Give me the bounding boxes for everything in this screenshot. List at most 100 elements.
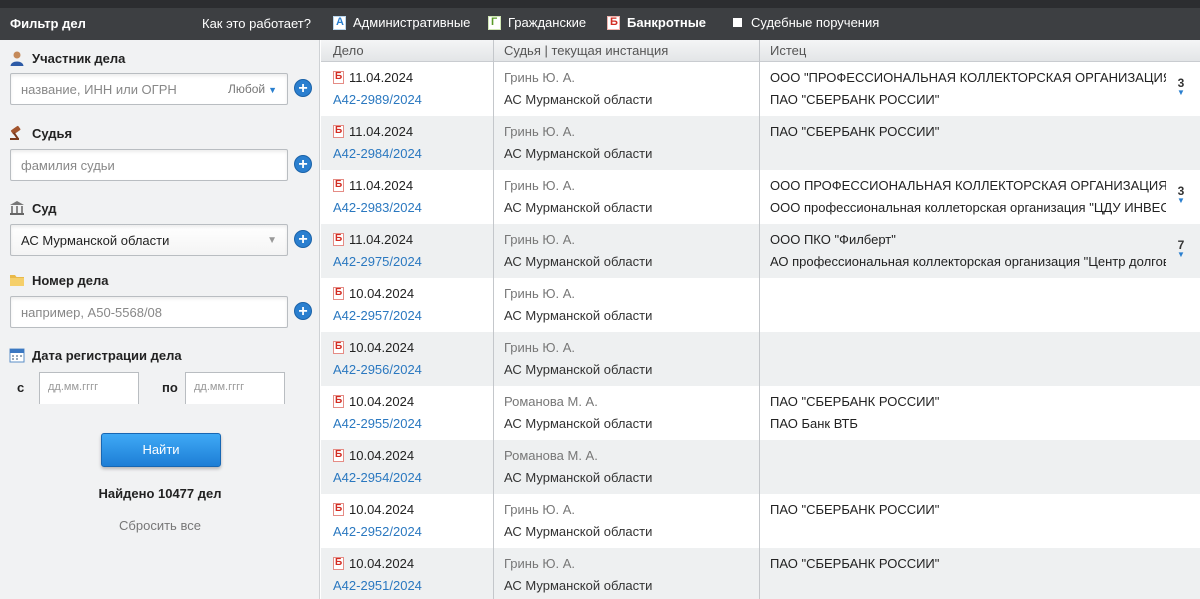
table-row[interactable]: 11.04.2024 А42-2984/2024 Гринь Ю. А. АС Мур…: [321, 116, 1200, 170]
date-from-input[interactable]: дд.мм.гггг: [39, 372, 139, 404]
bankruptcy-case-icon: [333, 179, 344, 192]
bankruptcy-case-icon: [333, 341, 344, 354]
case-number-link[interactable]: А42-2955/2024: [333, 416, 422, 431]
table-row[interactable]: 11.04.2024 А42-2975/2024 Гринь Ю. А. АС Мур…: [321, 224, 1200, 278]
table-row[interactable]: 10.04.2024 А42-2951/2024 Гринь Ю. А. АС Мур…: [321, 548, 1200, 599]
top-strip: [0, 0, 1200, 8]
header-judge[interactable]: Судья | текущая инстанция: [504, 43, 668, 58]
person-icon: [10, 51, 24, 66]
bankruptcy-icon: [607, 15, 620, 30]
chevron-down-icon: ▼: [268, 85, 277, 95]
category-bankruptcy[interactable]: Банкротные: [607, 15, 706, 30]
plaintiff-1: ООО "ПРОФЕССИОНАЛЬНАЯ КОЛЛЕКТОРСКАЯ ОРГА…: [770, 70, 1166, 85]
more-plaintiffs-button[interactable]: 3 ▼: [1176, 77, 1186, 98]
table-row[interactable]: 11.04.2024 А42-2989/2024 Гринь Ю. А. АС Мур…: [321, 62, 1200, 116]
category-civil[interactable]: Гражданские: [488, 15, 586, 30]
table-row[interactable]: 10.04.2024 А42-2955/2024 Романова М. А. АС …: [321, 386, 1200, 440]
court-instance: АС Мурманской области: [504, 146, 653, 161]
case-number-link[interactable]: А42-2952/2024: [333, 524, 422, 539]
header-plaintiff[interactable]: Истец: [770, 43, 806, 58]
table-row[interactable]: 10.04.2024 А42-2954/2024 Романова М. А. АС …: [321, 440, 1200, 494]
bankruptcy-case-icon: [333, 395, 344, 408]
folder-icon: [10, 275, 24, 286]
participant-input[interactable]: название, ИНН или ОГРН Любой ▼: [10, 73, 288, 105]
case-date: 11.04.2024: [349, 178, 414, 193]
judge-input[interactable]: фамилия судьи: [10, 149, 288, 181]
table-header: Дело Судья | текущая инстанция Истец: [321, 40, 1200, 62]
participant-type-select[interactable]: Любой ▼: [228, 82, 277, 96]
judge-label: Судья: [9, 125, 72, 141]
table-row[interactable]: 10.04.2024 А42-2952/2024 Гринь Ю. А. АС Мур…: [321, 494, 1200, 548]
court-instance: АС Мурманской области: [504, 92, 653, 107]
category-court-orders[interactable]: Судебные поручения: [733, 15, 879, 30]
add-court-button[interactable]: +: [294, 230, 312, 248]
court-label: Суд: [9, 200, 57, 216]
table-row[interactable]: 11.04.2024 А42-2983/2024 Гринь Ю. А. АС Мур…: [321, 170, 1200, 224]
top-bar: Фильтр дел Как это работает? Администрат…: [0, 0, 1200, 40]
court-instance: АС Мурманской области: [504, 578, 653, 593]
court-instance: АС Мурманской области: [504, 524, 653, 539]
filter-title: Фильтр дел: [10, 16, 86, 31]
table-row[interactable]: 10.04.2024 А42-2956/2024 Гринь Ю. А. АС Мур…: [321, 332, 1200, 386]
plaintiff-1: ПАО "СБЕРБАНК РОССИИ": [770, 502, 940, 517]
cases-table: Дело Судья | текущая инстанция Истец 11.…: [321, 40, 1200, 599]
how-it-works-link[interactable]: Как это работает?: [202, 16, 311, 31]
header-case[interactable]: Дело: [333, 43, 364, 58]
more-plaintiffs-button[interactable]: 3 ▼: [1176, 185, 1186, 206]
bankruptcy-case-icon: [333, 557, 344, 570]
court-select[interactable]: АС Мурманской области ▼: [10, 224, 288, 256]
calendar-icon: [9, 348, 25, 363]
bankruptcy-case-icon: [333, 503, 344, 516]
plaintiff-2: АО профессиональная коллекторская органи…: [770, 254, 1166, 269]
plaintiff-1: ООО ПРОФЕССИОНАЛЬНАЯ КОЛЛЕКТОРСКАЯ ОРГАН…: [770, 178, 1166, 193]
bankruptcy-case-icon: [333, 125, 344, 138]
case-number-input[interactable]: например, А50-5568/08: [10, 296, 288, 328]
date-to-input[interactable]: дд.мм.гггг: [185, 372, 285, 404]
column-divider: [759, 40, 760, 599]
found-count: Найдено 10477 дел: [98, 486, 222, 501]
add-case-number-button[interactable]: +: [294, 302, 312, 320]
add-judge-button[interactable]: +: [294, 155, 312, 173]
plaintiff-1: ПАО "СБЕРБАНК РОССИИ": [770, 394, 940, 409]
case-date: 10.04.2024: [349, 556, 415, 571]
checkbox-icon[interactable]: [733, 18, 742, 27]
case-date: 10.04.2024: [349, 286, 415, 301]
registration-date-label: Дата регистрации дела: [9, 347, 182, 363]
date-from-label: с: [17, 380, 25, 395]
chevron-down-icon: ▼: [1177, 196, 1185, 205]
case-date: 11.04.2024: [349, 124, 414, 139]
case-number-label: Номер дела: [9, 272, 109, 288]
judge-name: Гринь Ю. А.: [504, 502, 576, 517]
judge-name: Гринь Ю. А.: [504, 232, 576, 247]
category-administrative[interactable]: Административные: [333, 15, 470, 30]
plaintiff-1: ПАО "СБЕРБАНК РОССИИ": [770, 556, 940, 571]
administrative-icon: [333, 15, 346, 30]
court-instance: АС Мурманской области: [504, 254, 653, 269]
plaintiff-2: ПАО "СБЕРБАНК РОССИИ": [770, 92, 940, 107]
chevron-down-icon: ▼: [1177, 250, 1185, 259]
judge-name: Гринь Ю. А.: [504, 70, 576, 85]
case-number-link[interactable]: А42-2956/2024: [333, 362, 422, 377]
judge-name: Гринь Ю. А.: [504, 556, 576, 571]
category-label: Банкротные: [627, 15, 707, 30]
case-number-link[interactable]: А42-2951/2024: [333, 578, 422, 593]
case-number-link[interactable]: А42-2975/2024: [333, 254, 422, 269]
judge-name: Романова М. А.: [504, 448, 598, 463]
bankruptcy-case-icon: [333, 287, 344, 300]
more-plaintiffs-button[interactable]: 7 ▼: [1176, 239, 1186, 260]
case-number-link[interactable]: А42-2984/2024: [333, 146, 422, 161]
add-participant-button[interactable]: +: [294, 79, 312, 97]
judge-name: Гринь Ю. А.: [504, 286, 576, 301]
find-button[interactable]: Найти: [101, 433, 221, 467]
chevron-down-icon: ▼: [1177, 88, 1185, 97]
case-number-link[interactable]: А42-2957/2024: [333, 308, 422, 323]
case-number-link[interactable]: А42-2954/2024: [333, 470, 422, 485]
case-number-link[interactable]: А42-2983/2024: [333, 200, 422, 215]
table-row[interactable]: 10.04.2024 А42-2957/2024 Гринь Ю. А. АС Мур…: [321, 278, 1200, 332]
case-date: 10.04.2024: [349, 394, 415, 409]
court-instance: АС Мурманской области: [504, 362, 653, 377]
participant-label: Участник дела: [9, 50, 125, 66]
reset-all-link[interactable]: Сбросить все: [0, 518, 320, 533]
case-number-link[interactable]: А42-2989/2024: [333, 92, 422, 107]
court-instance: АС Мурманской области: [504, 308, 653, 323]
